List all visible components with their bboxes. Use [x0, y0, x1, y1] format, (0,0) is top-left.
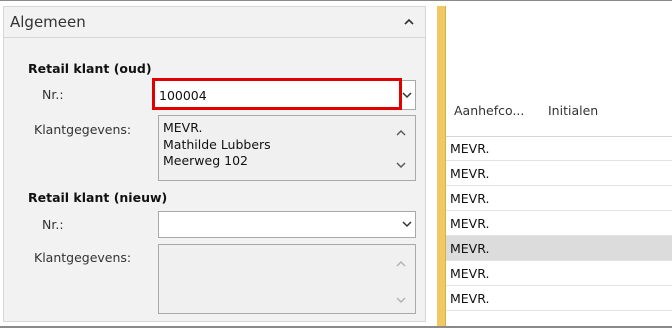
- aanhef-cell: MEVR.: [450, 216, 490, 231]
- scroll-down-icon[interactable]: [395, 160, 407, 170]
- old-details-label: Klantgegevens:: [34, 122, 132, 137]
- aanhef-cell: MEVR.: [450, 291, 490, 306]
- grid-header: Aanhefco... Initialen: [446, 6, 672, 137]
- scroll-up-icon[interactable]: [395, 128, 407, 138]
- aanhef-cell: MEVR.: [450, 241, 490, 256]
- general-panel: Algemeen Retail klant (oud) Nr.: 100004 …: [3, 6, 426, 322]
- column-header-aanhef[interactable]: Aanhefco...: [454, 103, 524, 118]
- column-header-initialen[interactable]: Initialen: [548, 103, 598, 118]
- aanhef-cell: MEVR.: [450, 166, 490, 181]
- chevron-up-icon[interactable]: [402, 15, 416, 29]
- aanhef-cell: MEVR.: [450, 191, 490, 206]
- old-details-line-1: MEVR.: [163, 120, 203, 135]
- aanhef-cell: MEVR.: [450, 141, 490, 156]
- window-top-border: [0, 0, 672, 1]
- panel-splitter[interactable]: [437, 6, 445, 328]
- old-details-textarea[interactable]: MEVR. Mathilde Lubbers Meerweg 102: [158, 115, 416, 181]
- new-details-textarea[interactable]: [158, 244, 416, 314]
- highlight-box: [152, 78, 402, 110]
- customer-grid: Aanhefco... Initialen MEVR. MEVR. MEVR. MEV…: [446, 6, 672, 326]
- chevron-down-icon[interactable]: [399, 212, 415, 237]
- old-customer-title: Retail klant (oud): [28, 61, 152, 76]
- table-row[interactable]: MEVR.: [446, 211, 672, 236]
- old-details-line-3: Meerweg 102: [163, 153, 248, 168]
- table-row[interactable]: MEVR.: [446, 161, 672, 186]
- table-row[interactable]: MEVR.: [446, 136, 672, 161]
- table-row[interactable]: MEVR.: [446, 286, 672, 311]
- aanhef-cell: MEVR.: [450, 266, 490, 281]
- old-nr-label: Nr.:: [42, 87, 64, 102]
- section-title: Algemeen: [10, 13, 86, 31]
- new-customer-title: Retail klant (nieuw): [28, 190, 168, 205]
- table-row[interactable]: MEVR.: [446, 261, 672, 286]
- old-details-line-2: Mathilde Lubbers: [163, 137, 271, 152]
- scroll-up-icon[interactable]: [395, 259, 407, 269]
- table-row[interactable]: MEVR.: [446, 236, 672, 261]
- new-nr-label: Nr.:: [42, 217, 64, 232]
- table-row[interactable]: MEVR.: [446, 186, 672, 211]
- section-header[interactable]: Algemeen: [4, 7, 425, 38]
- new-details-label: Klantgegevens:: [34, 250, 132, 265]
- new-nr-combobox[interactable]: [158, 211, 416, 238]
- scroll-down-icon[interactable]: [395, 295, 407, 305]
